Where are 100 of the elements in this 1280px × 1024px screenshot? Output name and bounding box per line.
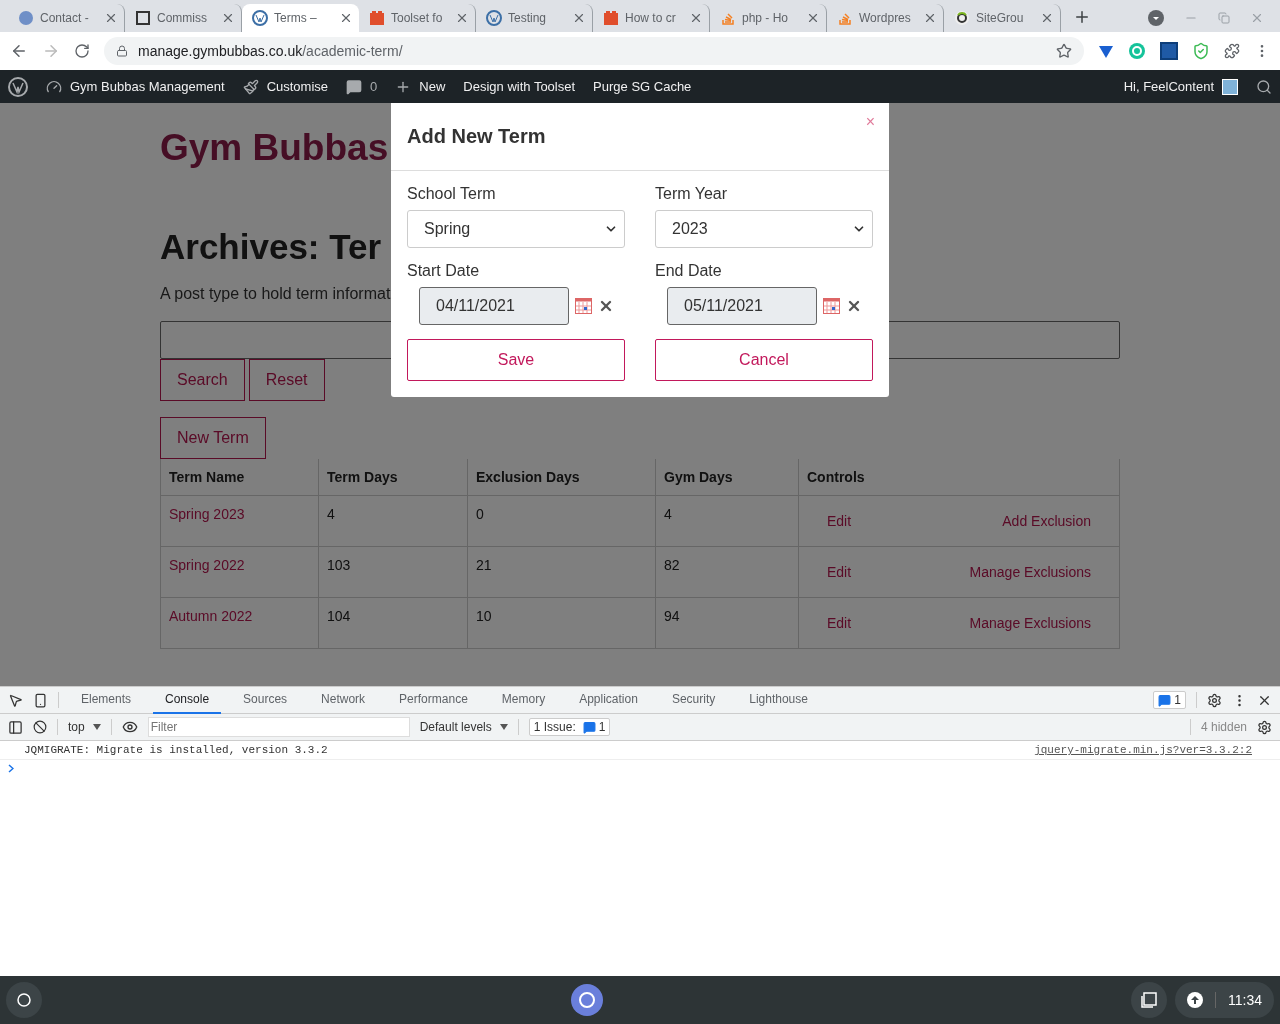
calendar-icon[interactable] <box>575 298 592 314</box>
customise-link[interactable]: Customise <box>266 79 329 94</box>
wordpress-icon[interactable] <box>8 76 28 97</box>
column-header: Exclusion Days <box>467 459 656 496</box>
dashboard-icon <box>46 78 62 95</box>
archive-description: A post type to hold term informat <box>160 285 391 303</box>
browser-icon[interactable] <box>569 983 604 1017</box>
new-tab-icon[interactable] <box>1073 8 1091 26</box>
caret-icon <box>499 724 508 730</box>
devtools-tab[interactable]: Memory <box>489 686 558 714</box>
console-message: JQMIGRATE: Migrate is installed, version 3.3.2 <box>24 744 328 756</box>
term-link[interactable]: Autumn 2022 <box>169 608 253 624</box>
back-icon[interactable] <box>10 42 28 60</box>
devtools-tab[interactable]: Application <box>567 686 650 714</box>
caret-icon <box>92 724 101 730</box>
close-button[interactable]: × <box>865 113 875 131</box>
term-link[interactable]: Spring 2023 <box>169 506 245 522</box>
date-field[interactable]: 04/11/2021 <box>419 287 569 325</box>
hidden-count: 4 hidden <box>1200 720 1247 734</box>
table-cell: 4 <box>655 495 799 547</box>
term-year-select[interactable]: 2023 <box>655 210 873 248</box>
inspect-icon[interactable] <box>8 692 23 708</box>
close-icon[interactable] <box>339 11 353 25</box>
edit-link[interactable]: Edit <box>827 615 852 631</box>
edit-link[interactable]: Edit <box>827 564 852 580</box>
table-cell: 0 <box>467 495 656 547</box>
sidebar-toggle-icon[interactable] <box>8 719 23 735</box>
holding-space-button[interactable] <box>1131 982 1167 1018</box>
exclusions-link[interactable]: Manage Exclusions <box>969 615 1091 631</box>
devtools-tab[interactable]: Elements <box>69 686 144 714</box>
user-greeting[interactable]: Hi, FeelContent <box>1123 79 1214 94</box>
levels-dropdown[interactable]: Default levels <box>419 720 508 734</box>
lock-icon <box>116 45 128 57</box>
field-label: Start Date <box>407 262 481 280</box>
clear-icon[interactable] <box>598 298 614 314</box>
comment-count[interactable]: 0 <box>370 79 378 94</box>
clock: 11:34 <box>1228 992 1262 1008</box>
circle-logo-icon <box>18 10 34 26</box>
calendar-icon[interactable] <box>823 298 840 314</box>
admin-bar-link[interactable]: Design with Toolset <box>463 79 576 94</box>
wordpress-icon <box>252 10 268 26</box>
column-header: Controls <box>798 459 1120 496</box>
stacked-squares-icon <box>1141 992 1157 1008</box>
modal-title: Add New Term <box>407 125 546 148</box>
table-cell: 104 <box>318 597 468 649</box>
exclusions-link[interactable]: Manage Exclusions <box>969 564 1091 580</box>
edit-link[interactable]: Edit <box>827 513 852 529</box>
filter-field[interactable]: Filter <box>147 717 410 737</box>
comment-icon <box>346 78 363 95</box>
tab-search-icon[interactable] <box>1148 10 1164 26</box>
archive-title: Archives: Ter <box>160 227 382 267</box>
exclusions-link[interactable]: Add Exclusion <box>1002 513 1091 529</box>
table-cell: 4 <box>318 495 468 547</box>
search-button[interactable]: Search <box>160 359 245 401</box>
term-link[interactable]: Spring 2022 <box>169 557 245 573</box>
context-selector[interactable]: top <box>68 720 101 734</box>
launcher-button[interactable] <box>6 982 42 1018</box>
wordpress-icon <box>486 10 502 26</box>
new-term-button[interactable]: New Term <box>160 417 266 459</box>
admin-bar-link[interactable]: Purge SG Cache <box>593 79 692 94</box>
status-tray[interactable]: 11:34 <box>1175 982 1274 1018</box>
eye-icon[interactable] <box>121 719 138 735</box>
table-cell: 94 <box>655 597 799 649</box>
issues-badge[interactable]: 1 <box>1153 691 1186 709</box>
site-link[interactable]: Gym Bubbas Management <box>70 79 225 94</box>
stack-icon <box>720 10 736 26</box>
reload-icon[interactable] <box>74 43 90 59</box>
new-link[interactable]: New <box>419 79 446 94</box>
devtools-tab[interactable]: Sources <box>231 686 300 714</box>
extensions-icon[interactable] <box>1224 43 1240 59</box>
avatar[interactable] <box>1222 78 1238 95</box>
date-field[interactable]: 05/11/2021 <box>667 287 817 325</box>
swirl-logo-icon <box>954 10 970 26</box>
bookmark-star-icon[interactable] <box>1056 43 1072 59</box>
devtools-tab[interactable]: Security <box>659 686 728 714</box>
school-term-select[interactable]: Spring <box>407 210 625 248</box>
cancel-button[interactable]: Cancel <box>655 339 873 381</box>
table-cell: 82 <box>655 546 799 598</box>
frame-icon <box>135 10 151 26</box>
devtools-tab[interactable]: Network <box>309 686 378 714</box>
site-title[interactable]: Gym Bubbas <box>160 127 389 169</box>
issues-button[interactable]: 1 Issue: 1 <box>528 718 611 736</box>
save-button[interactable]: Save <box>407 339 625 381</box>
settings-icon[interactable] <box>1207 692 1222 708</box>
address-bar[interactable]: manage.gymbubbas.co.uk/academic-term/ <box>104 37 1084 65</box>
clear-icon[interactable] <box>846 298 862 314</box>
search-icon[interactable] <box>1256 78 1272 95</box>
clear-console-icon[interactable] <box>33 720 47 734</box>
device-toolbar-icon[interactable] <box>33 692 48 708</box>
source-link[interactable]: jquery-migrate.min.js?ver=3.3.2:2 <box>1034 744 1252 756</box>
reset-button[interactable]: Reset <box>248 359 325 401</box>
prompt-icon <box>8 764 14 773</box>
field-label: Term Year <box>655 185 729 203</box>
funnel-icon[interactable] <box>1098 43 1114 59</box>
devtools-tab[interactable]: Performance <box>387 686 480 714</box>
devtools-tab[interactable]: Lighthouse <box>737 686 820 714</box>
settings-icon[interactable] <box>1257 719 1272 735</box>
table-cell: 21 <box>467 546 656 598</box>
browser-tab[interactable]: Terms – <box>242 4 359 32</box>
table-cell: 103 <box>318 546 468 598</box>
